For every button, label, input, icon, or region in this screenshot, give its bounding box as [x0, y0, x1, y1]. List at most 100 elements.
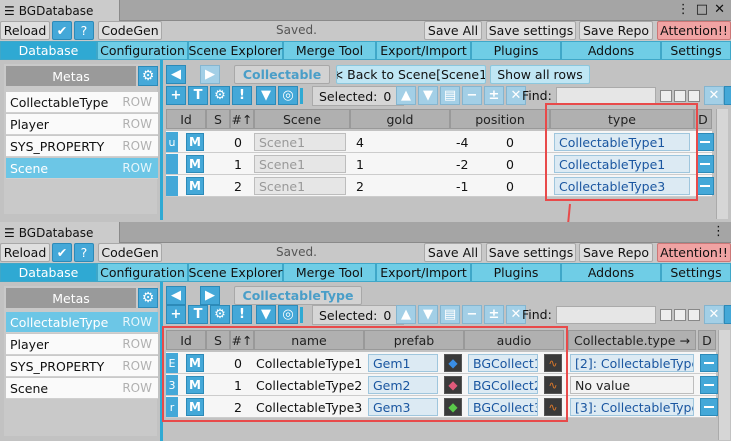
delete-row-icon[interactable]: [700, 398, 718, 416]
forward-arrow-icon[interactable]: ▶: [200, 286, 220, 305]
relation-field[interactable]: [2]: CollectableType1: [570, 354, 694, 372]
col-header-scene[interactable]: Scene: [254, 109, 350, 129]
tab-merge-tool[interactable]: Merge Tool: [283, 41, 376, 60]
reload-button[interactable]: Reload: [0, 243, 50, 262]
gold-value[interactable]: 4: [352, 132, 442, 152]
tab-database[interactable]: Database: [0, 263, 97, 282]
col-header-index[interactable]: #↑: [230, 109, 254, 129]
col-header-gold[interactable]: gold: [350, 109, 450, 129]
position-x[interactable]: -1: [452, 176, 498, 196]
position-y[interactable]: 0: [502, 176, 548, 196]
tab-database[interactable]: Database: [0, 41, 97, 60]
add-row-icon[interactable]: +: [166, 305, 186, 324]
move-up-icon[interactable]: ▲: [396, 86, 416, 105]
gold-value[interactable]: 1: [352, 154, 442, 174]
tab-merge-tool[interactable]: Merge Tool: [283, 263, 376, 282]
option-checkbox-1[interactable]: [660, 309, 672, 321]
minus-icon[interactable]: −: [462, 305, 482, 324]
meta-tab-collectable[interactable]: Collectable: [234, 65, 330, 84]
find-input[interactable]: [556, 306, 656, 324]
meta-item-sys-property[interactable]: SYS_PROPERTY ROW: [6, 136, 158, 157]
panel-splitter[interactable]: [160, 60, 163, 220]
row-meta-button[interactable]: M: [186, 177, 204, 195]
back-arrow-icon[interactable]: ◀: [166, 286, 186, 305]
col-header-s[interactable]: S: [206, 109, 230, 129]
close-icon[interactable]: ✕: [714, 2, 725, 17]
save-all-button[interactable]: Save All: [424, 21, 482, 40]
settings-icon[interactable]: ⚙: [210, 305, 230, 324]
side-toggle-icon[interactable]: [724, 86, 731, 105]
option-checkbox-3[interactable]: [688, 90, 700, 102]
relation-field[interactable]: No value: [570, 376, 694, 394]
forward-arrow-icon[interactable]: ▶: [200, 65, 220, 84]
position-y[interactable]: 0: [502, 132, 548, 152]
relation-field[interactable]: [3]: CollectableType3: [570, 398, 694, 416]
save-settings-button[interactable]: Save settings: [486, 243, 576, 262]
tab-export-import[interactable]: Export/Import: [376, 41, 471, 60]
show-all-rows-button[interactable]: Show all rows: [490, 65, 590, 84]
option-checkbox-1[interactable]: [660, 90, 672, 102]
attention-button[interactable]: Attention!!: [657, 21, 731, 40]
add-field-icon[interactable]: T: [188, 86, 208, 105]
copy-icon[interactable]: ▤: [440, 305, 460, 324]
tab-scene-explorer[interactable]: Scene Explorer: [188, 263, 283, 282]
reload-button[interactable]: Reload: [0, 21, 50, 40]
delete-row-icon[interactable]: [696, 155, 714, 173]
tab-addons[interactable]: Addons: [561, 263, 661, 282]
delete-row-icon[interactable]: [696, 133, 714, 151]
col-header-id[interactable]: Id: [166, 109, 206, 129]
tab-settings[interactable]: Settings: [661, 263, 731, 282]
save-all-button[interactable]: Save All: [424, 243, 482, 262]
minus-icon[interactable]: −: [462, 86, 482, 105]
save-repo-button[interactable]: Save Repo: [579, 21, 653, 40]
check-icon[interactable]: ✔: [52, 21, 72, 40]
plus-minus-icon[interactable]: ±: [484, 86, 504, 105]
clear-find-icon[interactable]: ✕: [704, 86, 724, 105]
scene-field[interactable]: Scene1: [254, 133, 346, 151]
more-options-icon[interactable]: ⋮: [712, 224, 725, 239]
col-header-position[interactable]: position: [450, 109, 550, 129]
move-down-icon[interactable]: ▼: [418, 305, 438, 324]
window-tab[interactable]: ☰ BGDatabase: [0, 222, 120, 243]
target-icon[interactable]: ◎: [278, 86, 298, 105]
filter-icon[interactable]: ▼: [256, 86, 276, 105]
help-icon[interactable]: ?: [74, 21, 94, 40]
position-x[interactable]: -4: [452, 132, 498, 152]
tab-plugins[interactable]: Plugins: [471, 41, 561, 60]
tab-configuration[interactable]: Configuration: [97, 263, 188, 282]
option-checkbox-2[interactable]: [674, 90, 686, 102]
tab-configuration[interactable]: Configuration: [97, 41, 188, 60]
copy-icon[interactable]: ▤: [440, 86, 460, 105]
meta-item-player[interactable]: Player ROW: [6, 114, 158, 135]
gold-value[interactable]: 2: [352, 176, 442, 196]
clear-find-icon[interactable]: ✕: [704, 305, 724, 324]
vertical-scrollbar[interactable]: [718, 330, 730, 440]
scene-field[interactable]: Scene1: [254, 155, 346, 173]
tab-scene-explorer[interactable]: Scene Explorer: [188, 41, 283, 60]
meta-item-scene[interactable]: Scene ROW: [6, 378, 158, 399]
warning-icon[interactable]: !: [232, 86, 252, 105]
tab-export-import[interactable]: Export/Import: [376, 263, 471, 282]
help-icon[interactable]: ?: [74, 243, 94, 262]
more-options-icon[interactable]: ⋮: [677, 2, 690, 17]
position-x[interactable]: -2: [452, 154, 498, 174]
warning-icon[interactable]: !: [232, 305, 252, 324]
side-toggle-icon[interactable]: [724, 305, 731, 324]
scene-field[interactable]: Scene1: [254, 177, 346, 195]
row-meta-button[interactable]: M: [186, 155, 204, 173]
tab-settings[interactable]: Settings: [661, 41, 731, 60]
col-header-collectable-type[interactable]: Collectable.type →: [568, 330, 696, 350]
window-tab[interactable]: ☰ BGDatabase: [0, 0, 120, 21]
tab-addons[interactable]: Addons: [561, 41, 661, 60]
delete-row-icon[interactable]: [700, 376, 718, 394]
position-y[interactable]: 0: [502, 154, 548, 174]
codegen-button[interactable]: CodeGen: [98, 243, 162, 262]
add-field-icon[interactable]: T: [188, 305, 208, 324]
gear-icon[interactable]: ⚙: [138, 288, 158, 308]
gear-icon[interactable]: ⚙: [138, 66, 158, 86]
delete-row-icon[interactable]: [700, 354, 718, 372]
codegen-button[interactable]: CodeGen: [98, 21, 162, 40]
meta-item-sys-property[interactable]: SYS_PROPERTY ROW: [6, 356, 158, 377]
delete-row-icon[interactable]: [696, 177, 714, 195]
meta-tab-collectabletype[interactable]: CollectableType: [234, 286, 362, 305]
